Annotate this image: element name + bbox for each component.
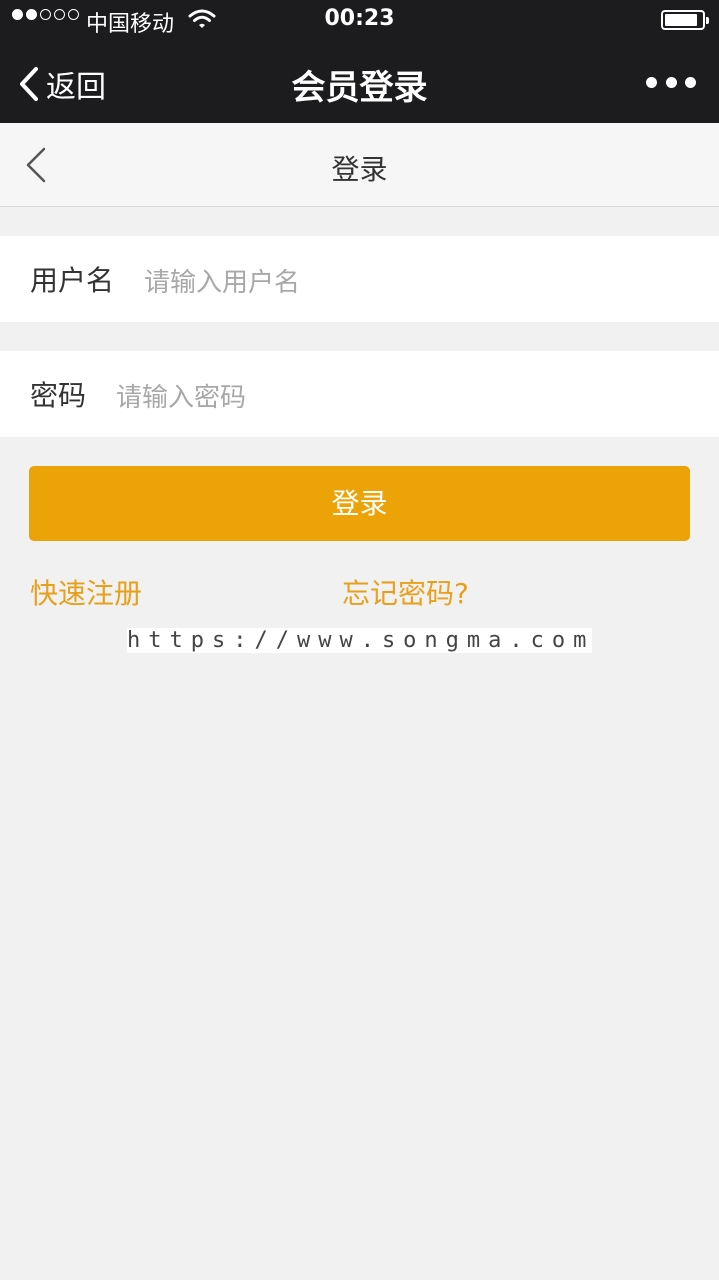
username-input[interactable] [144,253,665,313]
status-bar: 中国移动 00:23 [0,0,719,40]
username-label: 用户名 [30,264,115,297]
back-label: 返回 [46,70,106,105]
password-input[interactable] [116,368,677,428]
more-dots-icon [646,76,657,88]
forgot-password-link[interactable]: 忘记密码? [342,572,469,612]
watermark-text: https://www.songma.com [127,628,592,653]
more-dots-icon [685,76,696,88]
more-dots-icon [665,76,677,88]
back-button[interactable]: 返回 [18,62,106,106]
battery-level [665,14,698,26]
login-button[interactable]: 登录 [29,466,690,541]
status-time: 00:23 [324,6,395,31]
password-label: 密码 [30,379,87,412]
battery-icon [661,10,709,30]
more-button[interactable] [646,74,696,90]
battery-nub [706,17,709,24]
password-row: 密码 [0,351,719,437]
nav-title: 会员登录 [291,68,428,108]
register-link[interactable]: 快速注册 [30,572,142,612]
nav-bar: 返回 会员登录 [0,40,719,123]
page-title: 登录 [331,153,388,186]
page-header: 登录 [0,123,719,207]
page-back-button[interactable] [22,145,52,185]
chevron-left-icon [20,67,38,101]
username-row: 用户名 [0,236,719,322]
